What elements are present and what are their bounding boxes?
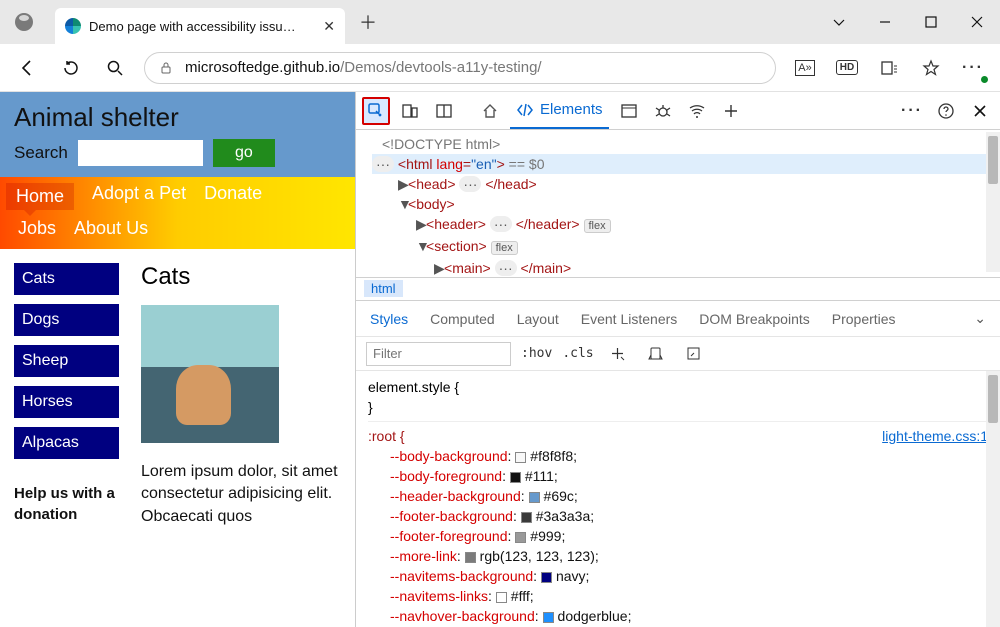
main-nav: Home Adopt a Pet Donate Jobs About Us (0, 177, 355, 249)
application-icon[interactable] (615, 97, 643, 125)
body-text: Lorem ipsum dolor, sit amet consectetur … (141, 461, 345, 528)
help-icon[interactable] (932, 97, 960, 125)
search-icon[interactable] (100, 53, 130, 83)
panel-layout-icon[interactable] (430, 97, 458, 125)
styles-subtabs: Styles Computed Layout Event Listeners D… (356, 301, 1000, 337)
url-host: microsoftedge.github.io (185, 59, 340, 76)
css-property[interactable]: --more-link: rgb(123, 123, 123); (368, 546, 988, 566)
sidebar-item-alpacas[interactable]: Alpacas (14, 427, 119, 459)
browser-tab[interactable]: Demo page with accessibility issu… ✕ (55, 8, 345, 44)
device-icon[interactable] (642, 340, 670, 368)
profile-icon[interactable] (15, 13, 33, 31)
styles-panel[interactable]: element.style { } :root { light-theme.cs… (356, 371, 1000, 627)
site-header: Animal shelter Search go (0, 92, 355, 177)
subtab-props[interactable]: Properties (832, 311, 896, 327)
nav-donate[interactable]: Donate (204, 183, 262, 210)
chevron-down-icon[interactable] (816, 0, 862, 44)
subtab-listeners[interactable]: Event Listeners (581, 311, 678, 327)
filter-input[interactable] (366, 342, 511, 366)
devtools-tabbar: Elements ··· (356, 92, 1000, 130)
css-property[interactable]: --footer-background: #3a3a3a; (368, 506, 988, 526)
css-property[interactable]: --body-background: #f8f8f8; (368, 446, 988, 466)
title-bar: Demo page with accessibility issu… ✕ ＋ (0, 0, 1000, 44)
cat-image (141, 305, 279, 443)
sidebar-item-cats[interactable]: Cats (14, 263, 119, 295)
address-bar[interactable]: microsoftedge.github.io/Demos/devtools-a… (144, 52, 776, 84)
cls-toggle[interactable]: .cls (562, 346, 593, 361)
new-style-rule-icon[interactable] (604, 340, 632, 368)
nav-jobs[interactable]: Jobs (18, 218, 56, 239)
lock-icon (159, 61, 173, 75)
styles-filter-row: :hov .cls (356, 337, 1000, 371)
hd-icon[interactable]: HD (832, 53, 862, 83)
url-bar-row: microsoftedge.github.io/Demos/devtools-a… (0, 44, 1000, 92)
search-label: Search (14, 143, 68, 163)
tab-close-icon[interactable]: ✕ (323, 18, 335, 35)
page-title: Animal shelter (14, 102, 341, 133)
chevron-down-icon[interactable]: ⌄ (974, 310, 986, 327)
inspect-element-icon[interactable] (362, 97, 390, 125)
search-input[interactable] (78, 140, 203, 166)
sidebar-item-sheep[interactable]: Sheep (14, 345, 119, 377)
css-property[interactable]: --header-background: #69c; (368, 486, 988, 506)
network-icon[interactable] (683, 97, 711, 125)
device-toolbar-icon[interactable] (396, 97, 424, 125)
subtab-styles[interactable]: Styles (370, 311, 408, 327)
welcome-tab-icon[interactable] (476, 97, 504, 125)
bug-icon[interactable] (649, 97, 677, 125)
favorite-icon[interactable] (916, 53, 946, 83)
css-property[interactable]: --navitems-background: navy; (368, 566, 988, 586)
css-property[interactable]: --navhover-background: dodgerblue; (368, 606, 988, 626)
subtab-layout[interactable]: Layout (517, 311, 559, 327)
edge-icon (65, 18, 81, 34)
sidebar-item-dogs[interactable]: Dogs (14, 304, 119, 336)
dom-tree[interactable]: <!DOCTYPE html> ··· <html lang="en"> == … (356, 130, 1000, 277)
subtab-computed[interactable]: Computed (430, 311, 495, 327)
close-devtools-icon[interactable] (966, 97, 994, 125)
minimize-button[interactable] (862, 0, 908, 44)
element-style-rule[interactable]: element.style { } (368, 377, 988, 417)
more-icon[interactable]: ··· (958, 53, 988, 83)
new-tab-button[interactable]: ＋ (353, 7, 383, 37)
more-tools-icon[interactable]: ··· (898, 97, 926, 125)
refresh-button[interactable] (56, 53, 86, 83)
code-icon (516, 101, 534, 119)
read-aloud-icon[interactable]: A» (790, 53, 820, 83)
go-button[interactable]: go (213, 139, 275, 167)
subtab-dombp[interactable]: DOM Breakpoints (699, 311, 809, 327)
content-heading: Cats (141, 263, 345, 291)
back-button[interactable] (12, 53, 42, 83)
category-sidebar: Cats Dogs Sheep Horses Alpacas Help us w… (14, 263, 119, 528)
maximize-button[interactable] (908, 0, 954, 44)
source-link[interactable]: light-theme.css:1 (882, 426, 988, 446)
toggle-common-rendering-icon[interactable] (680, 340, 708, 368)
collections-icon[interactable] (874, 53, 904, 83)
rendered-page: Animal shelter Search go Home Adopt a Pe… (0, 92, 355, 627)
tab-title: Demo page with accessibility issu… (89, 19, 315, 34)
css-property[interactable]: --navitems-links: #fff; (368, 586, 988, 606)
donation-cta[interactable]: Help us with a donation (14, 483, 119, 525)
css-property[interactable]: --footer-foreground: #999; (368, 526, 988, 546)
devtools-panel: Elements ··· <!DOCTYPE html> ··· <html l… (355, 92, 1000, 627)
hov-toggle[interactable]: :hov (521, 346, 552, 361)
tab-elements[interactable]: Elements (510, 92, 609, 129)
nav-about[interactable]: About Us (74, 218, 148, 239)
breadcrumb[interactable]: html (356, 277, 1000, 301)
sidebar-item-horses[interactable]: Horses (14, 386, 119, 418)
nav-home[interactable]: Home (6, 183, 74, 210)
css-property[interactable]: --body-foreground: #111; (368, 466, 988, 486)
add-tab-icon[interactable] (717, 97, 745, 125)
close-window-button[interactable] (954, 0, 1000, 44)
url-path: /Demos/devtools-a11y-testing/ (340, 59, 541, 76)
nav-adopt[interactable]: Adopt a Pet (92, 183, 186, 210)
